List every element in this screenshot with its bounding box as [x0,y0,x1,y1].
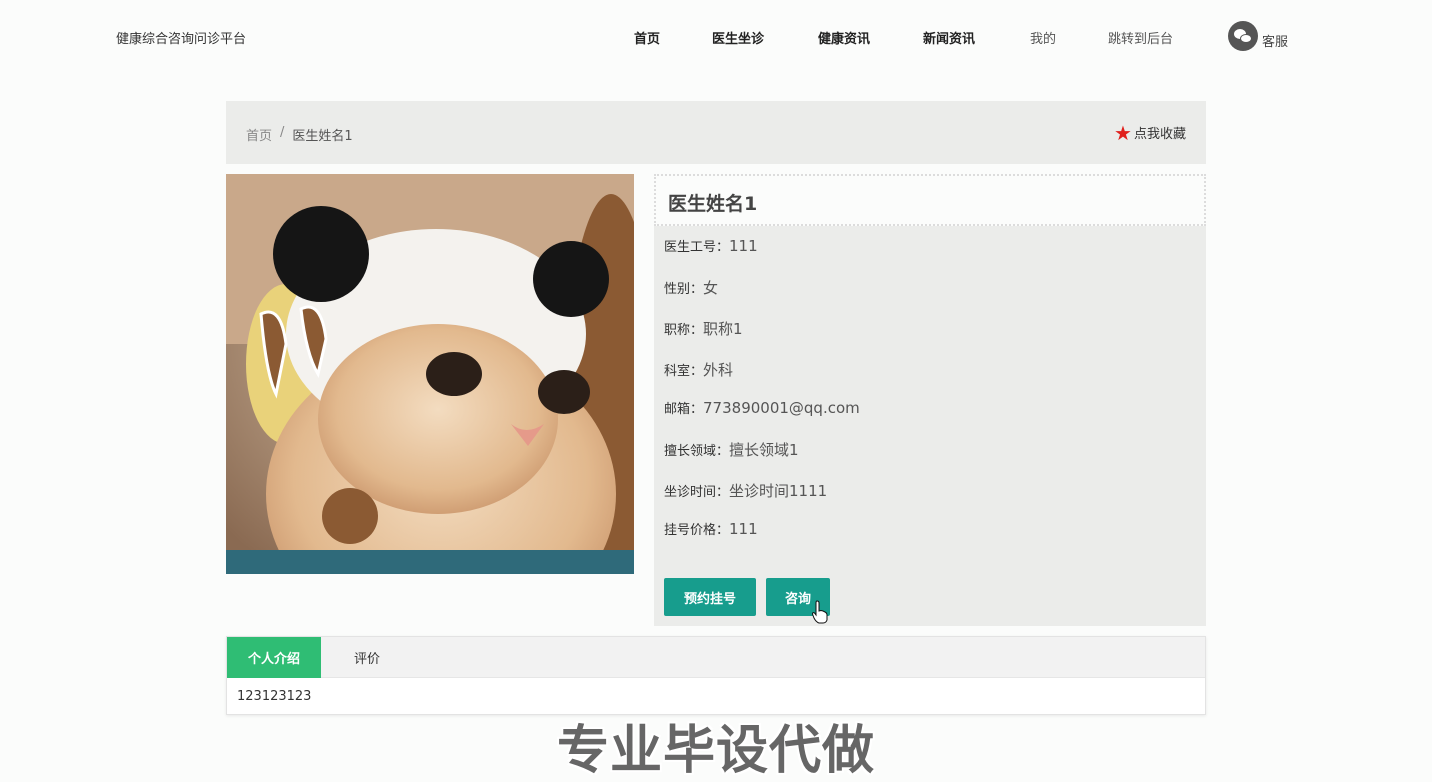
field-gender: 性别： 女 [664,277,718,298]
nav-news[interactable]: 新闻资讯 [923,28,975,47]
field-value: 111 [729,520,758,538]
breadcrumb: 首页 / 医生姓名1 [246,125,353,144]
breadcrumb-separator: / [280,125,285,140]
favorite-button[interactable]: ★ 点我收藏 [1114,120,1186,145]
book-appointment-button[interactable]: 预约挂号 [664,578,756,616]
field-value: 职称1 [703,320,743,338]
customer-service-button[interactable]: 客服 [1228,21,1288,51]
doctor-name: 医生姓名1 [668,193,758,215]
field-label: 科室： [664,364,704,379]
field-value: 擅长领域1 [729,441,799,459]
field-value: 女 [703,279,719,297]
site-brand[interactable]: 健康综合咨询问诊平台 [116,28,246,47]
doctor-info-panel: 医生姓名1 医生工号： 111 性别： 女 职称： 职称1 科室： 外科 邮箱：… [654,174,1206,626]
cat-photo-image [226,174,634,574]
nav-health-info[interactable]: 健康资讯 [818,28,870,47]
favorite-label: 点我收藏 [1133,127,1186,142]
profile-tabs: 个人介绍 评价 123123123 [226,636,1206,715]
nav-my[interactable]: 我的 [1030,28,1056,47]
field-department: 科室： 外科 [664,359,733,380]
star-icon: ★ [1114,120,1132,145]
field-consult-time: 坐诊时间： 坐诊时间1111 [664,480,827,501]
field-label: 挂号价格： [664,523,730,538]
field-email: 邮箱： 773890001@qq.com [664,398,860,417]
tab-reviews[interactable]: 评价 [327,637,407,678]
top-navigation-bar: 健康综合咨询问诊平台 首页 医生坐诊 健康资讯 新闻资讯 我的 跳转到后台 客服 [0,0,1432,75]
tab-bar: 个人介绍 评价 [227,637,1205,678]
breadcrumb-current: 医生姓名1 [292,129,353,144]
field-value: 坐诊时间1111 [729,482,828,500]
hand-cursor-icon [812,600,828,624]
field-label: 坐诊时间： [664,485,730,500]
field-value: 111 [729,237,758,255]
field-label: 职称： [664,323,704,338]
field-label: 性别： [664,282,704,297]
breadcrumb-home[interactable]: 首页 [246,125,272,144]
field-doctor-id: 医生工号： 111 [664,236,758,255]
watermark-text: 专业毕设代做 [556,721,875,781]
nav-doctor-consult[interactable]: 医生坐诊 [712,28,764,47]
nav-home[interactable]: 首页 [634,28,660,47]
tab-content-text: 123123123 [237,689,312,704]
field-title: 职称： 职称1 [664,318,743,339]
field-specialty: 擅长领域： 擅长领域1 [664,439,799,460]
tab-personal-intro[interactable]: 个人介绍 [227,637,321,678]
field-label: 医生工号： [664,240,730,255]
field-label: 擅长领域： [664,444,730,459]
doctor-photo [226,174,634,574]
field-value: 773890001@qq.com [703,399,860,417]
breadcrumb-bar: 首页 / 医生姓名1 ★ 点我收藏 [226,101,1206,164]
field-value: 外科 [703,361,734,379]
wechat-icon [1228,21,1258,51]
doctor-name-header: 医生姓名1 [654,174,1206,226]
customer-service-label: 客服 [1262,35,1289,50]
field-registration-price: 挂号价格： 111 [664,519,758,538]
field-label: 邮箱： [664,402,704,417]
nav-backend[interactable]: 跳转到后台 [1108,28,1173,47]
